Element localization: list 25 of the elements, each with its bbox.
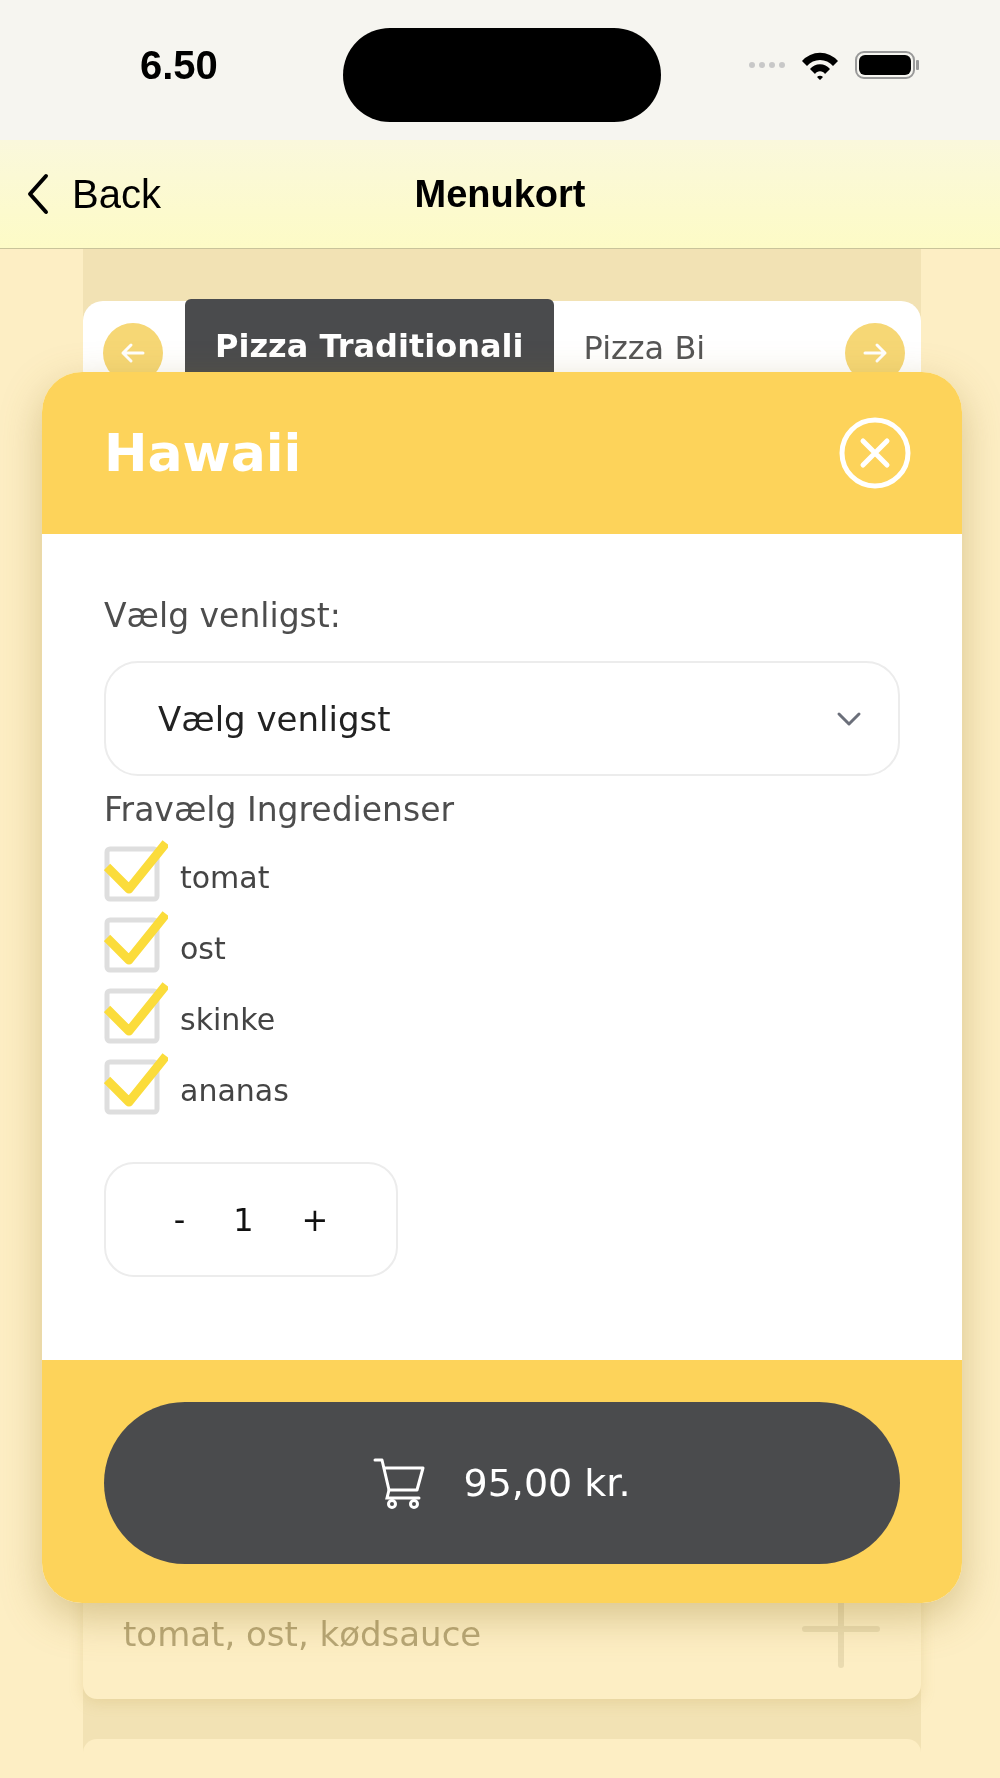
back-button[interactable]: Back [24, 171, 161, 217]
chevron-down-icon [836, 710, 862, 727]
increment-button[interactable]: + [295, 1196, 335, 1243]
ingredient-label: skinke [180, 1001, 276, 1037]
battery-icon [854, 50, 920, 80]
signal-icon [748, 59, 786, 71]
checkbox[interactable] [104, 981, 168, 1045]
nav-title: Menukort [413, 172, 587, 216]
status-time: 6.50 [140, 42, 218, 88]
close-icon[interactable] [838, 416, 912, 490]
decrement-button[interactable]: - [167, 1196, 192, 1243]
item-description: tomat, ost, kødsauce [123, 1614, 482, 1654]
checkbox[interactable] [104, 839, 168, 903]
select-label: Vælg venligst: [104, 596, 342, 635]
quantity-stepper[interactable]: - 1 + [104, 1162, 398, 1277]
ingredient-label: ost [180, 930, 226, 966]
quantity-value: 1 [232, 1199, 255, 1241]
checkbox[interactable] [104, 910, 168, 974]
checkbox[interactable] [104, 1052, 168, 1116]
add-to-cart-button[interactable]: 95,00 kr. [104, 1402, 900, 1564]
ingredient-label: tomat [180, 859, 270, 895]
ingredients-heading: Fravælg Ingredienser [104, 790, 456, 829]
ingredient-label: ananas [180, 1072, 289, 1108]
option-dropdown[interactable]: Vælg venligst [104, 661, 900, 776]
modal-title: Hawaii [104, 423, 302, 483]
